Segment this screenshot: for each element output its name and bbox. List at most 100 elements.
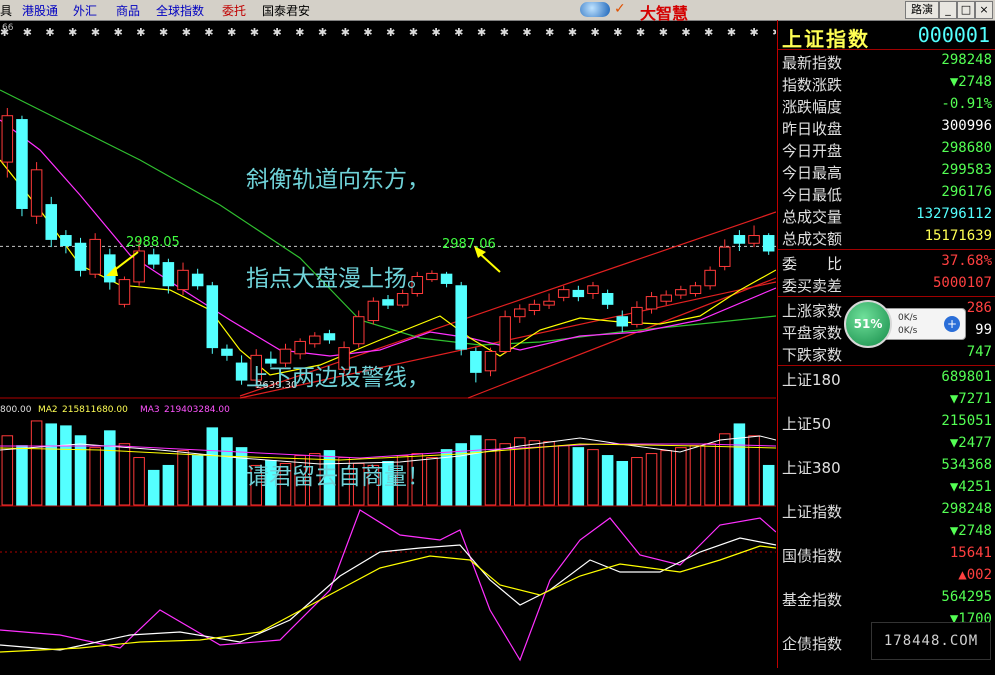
volume-bar	[104, 430, 116, 506]
candle-body	[733, 235, 746, 244]
volume-bar	[45, 423, 58, 506]
index-row-label: 上证指数	[782, 503, 843, 521]
menu-item-global-index[interactable]: 全球指数	[156, 2, 204, 19]
index-row[interactable]: 国债指数 15641 ▲002	[778, 543, 995, 587]
app-logo: ✓ 大智慧	[576, 0, 746, 23]
quote-row-label: 指数涨跌	[782, 76, 843, 94]
watermark: 178448.COM	[871, 622, 991, 660]
candle-body	[60, 235, 72, 247]
download-speed: 0K/s	[898, 326, 918, 336]
index-row-change: ▼7271	[949, 391, 992, 407]
roadshow-button[interactable]: 路演	[905, 1, 939, 19]
quote-row-label: 最新指数	[782, 54, 843, 72]
index-code: 000001	[917, 23, 990, 47]
maximize-button[interactable]: □	[957, 1, 975, 19]
plus-icon[interactable]: +	[944, 316, 960, 332]
volume-bar	[601, 455, 614, 506]
candle-body	[221, 348, 233, 356]
candle-body	[1, 115, 14, 163]
candle-body	[689, 285, 702, 295]
panel-divider	[778, 296, 995, 297]
candle-body	[470, 350, 482, 373]
menu-item-commodities[interactable]: 商品	[116, 2, 140, 19]
quote-row-label: 总成交额	[782, 230, 843, 248]
candle-body	[191, 273, 204, 287]
volume-bar	[60, 425, 72, 506]
candle-body	[587, 285, 599, 295]
menu-item-entrust[interactable]: 委托	[222, 2, 246, 19]
candle-body	[177, 269, 189, 291]
index-row-change: ▼2477	[949, 435, 992, 451]
menu-item-tools[interactable]: 具	[0, 2, 12, 19]
volume-bar	[89, 447, 101, 506]
candle-body	[572, 289, 585, 298]
index-row[interactable]: 上证380 534368 ▼4251	[778, 455, 995, 499]
volume-bar	[191, 455, 204, 506]
volume-bar	[455, 443, 467, 506]
volume-bar	[572, 447, 585, 506]
cpu-usage-ring: 51%	[844, 300, 892, 348]
minimize-button[interactable]: _	[939, 1, 957, 19]
bid-row-label: 委 比	[782, 255, 843, 273]
candle-body	[748, 235, 760, 244]
volume-bar	[206, 427, 219, 506]
index-row-label: 企债指数	[782, 635, 843, 653]
index-row[interactable]: 上证指数 298248 ▼2748	[778, 499, 995, 543]
volume-bar	[528, 440, 541, 506]
breadth-row-value: 286	[966, 300, 992, 316]
menu-item-hk-connect[interactable]: 港股通	[22, 2, 58, 19]
kline-chart-area[interactable]: 66 2988.05 2987.06 2639.30 800.00 MA2 21…	[0, 20, 777, 668]
candle-body	[499, 316, 511, 352]
menu-item-broker[interactable]: 国泰君安	[262, 2, 310, 19]
index-row-label: 国债指数	[782, 547, 843, 565]
panel-divider	[778, 365, 995, 366]
volume-bar	[557, 445, 570, 506]
candle-body	[762, 235, 775, 252]
index-row-label: 上证180	[782, 371, 841, 389]
candle-body	[30, 169, 43, 217]
volume-bar	[689, 445, 702, 506]
index-row[interactable]: 上证180 689801 ▼7271	[778, 367, 995, 411]
volume-bar	[118, 443, 131, 506]
quote-row-value: ▼2748	[949, 74, 992, 90]
check-icon: ✓	[614, 1, 626, 17]
quote-row-value: 132796112	[916, 206, 992, 222]
bid-row: 委 比 37.68%	[778, 251, 995, 273]
bid-row: 委买卖差 5000107	[778, 273, 995, 295]
volume-bar	[660, 450, 672, 506]
close-button[interactable]: ×	[975, 1, 993, 19]
volume-bar	[675, 447, 687, 506]
candle-body	[104, 254, 116, 283]
volume-bar	[587, 449, 599, 506]
poem-annotation: 斜衡轨道向东方， 指点大盘漫上扬。 上下两边设警线， 请君留去自商量！	[246, 98, 430, 560]
volume-bar	[133, 457, 145, 506]
quote-row-value: 296176	[941, 184, 992, 200]
menu-item-forex[interactable]: 外汇	[73, 2, 97, 19]
quote-row: 涨跌幅度 -0.91%	[778, 94, 995, 116]
index-row-value: 689801	[941, 369, 992, 385]
index-row-change: ▲002	[958, 567, 992, 583]
candle-body	[484, 350, 497, 372]
breadth-row-label: 平盘家数	[782, 324, 843, 342]
volume-bar	[470, 435, 482, 506]
volume-bar	[30, 420, 43, 506]
volume-bar	[733, 423, 746, 506]
quote-row-label: 总成交量	[782, 208, 843, 226]
breadth-row-value: 747	[966, 344, 992, 360]
candle-body	[455, 285, 467, 350]
candle-body	[557, 289, 570, 298]
quote-row-label: 今日最高	[782, 164, 843, 182]
network-speed-widget[interactable]: 51% 0K/s 0K/s +	[844, 300, 968, 348]
quote-row-value: 300996	[941, 118, 992, 134]
index-row-label: 基金指数	[782, 591, 843, 609]
candle-body	[645, 296, 658, 310]
quote-row: 今日最高 299583	[778, 160, 995, 182]
quote-row-value: 298680	[941, 140, 992, 156]
index-row[interactable]: 上证50 215051 ▼2477	[778, 411, 995, 455]
quote-row: 总成交量 132796112	[778, 204, 995, 226]
candle-body	[133, 250, 145, 283]
breadth-row-label: 上涨家数	[782, 302, 843, 320]
volume-bar	[704, 443, 716, 506]
quote-row-label: 涨跌幅度	[782, 98, 843, 116]
volume-ma3-value: 219403284.00	[164, 405, 230, 415]
